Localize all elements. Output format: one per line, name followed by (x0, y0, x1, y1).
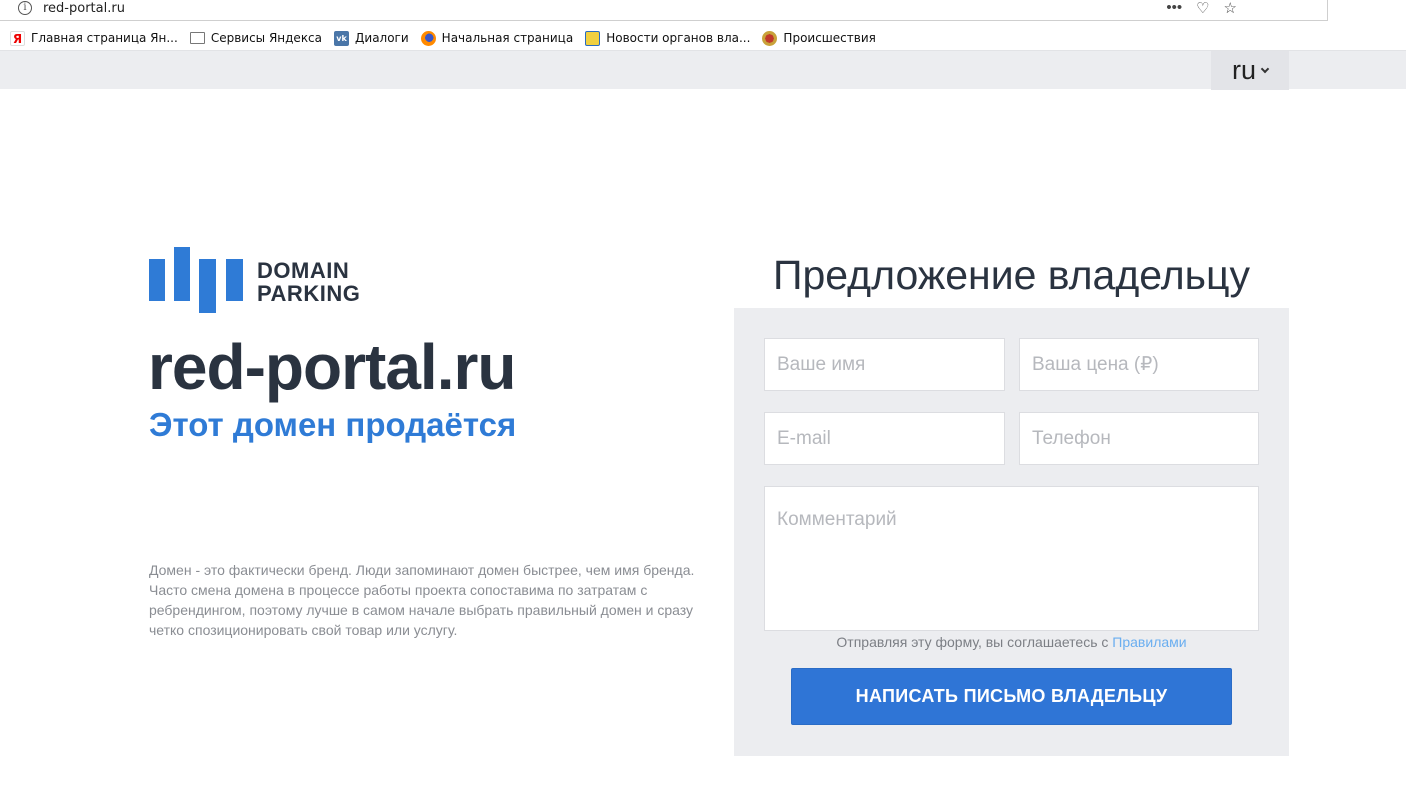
comment-placeholder: Комментарий (777, 509, 897, 530)
bookmark-star-icon[interactable]: ☆ (1224, 0, 1237, 17)
bookmark-label: Начальная страница (441, 31, 574, 45)
folder-icon (189, 32, 205, 44)
incident-icon (762, 30, 778, 46)
address-text[interactable]: red-portal.ru (43, 1, 125, 16)
bookmark-label: Диалоги (355, 31, 409, 45)
domain-title: red-portal.ru (148, 331, 516, 403)
address-field[interactable]: i red-portal.ru ••• ♡ ☆ (0, 0, 1328, 21)
comment-textarea[interactable]: Комментарий (764, 486, 1259, 631)
bookmark-start-page[interactable]: Начальная страница (420, 30, 574, 46)
email-input[interactable]: E-mail (764, 412, 1005, 465)
url-actions: ••• ♡ ☆ (1166, 0, 1237, 17)
language-label: ru (1231, 55, 1256, 85)
submit-button[interactable]: НАПИСАТЬ ПИСЬМО ВЛАДЕЛЬЦУ (791, 668, 1232, 725)
yandex-icon: Я (10, 30, 25, 46)
bookmark-yandex-services[interactable]: Сервисы Яндекса (189, 31, 323, 45)
bookmark-dialogs[interactable]: vk Диалоги (334, 30, 409, 46)
bookmark-label: Сервисы Яндекса (210, 31, 323, 45)
info-icon[interactable]: i (18, 1, 32, 15)
firefox-icon (420, 30, 436, 46)
bookmark-label: Новости органов вла... (606, 31, 751, 45)
vk-icon: vk (334, 30, 350, 46)
chevron-down-icon (1260, 64, 1270, 73)
news-icon (585, 30, 601, 46)
domain-parking-logo: DOMAIN PARKING (149, 247, 379, 317)
bookmark-incidents[interactable]: Происшествия (762, 30, 876, 46)
bookmark-label: Происшествия (783, 31, 876, 45)
price-placeholder: Ваша цена (₽) (1032, 354, 1159, 375)
logo-line-domain: DOMAIN (257, 258, 350, 283)
logo-bar-2 (174, 247, 190, 301)
terms-text: Отправляя эту форму, вы соглашаетесь с (836, 634, 1113, 650)
bookmark-yandex-home[interactable]: Я Главная страница Ян... (10, 30, 178, 46)
logo-bar-3 (199, 259, 216, 313)
logo-bar-4 (226, 259, 243, 301)
terms-link[interactable]: Правилами (1112, 634, 1186, 650)
phone-placeholder: Телефон (1032, 427, 1111, 449)
phone-input[interactable]: Телефон (1019, 412, 1259, 465)
bookmarks-bar: Я Главная страница Ян... Сервисы Яндекса… (0, 26, 1406, 50)
offer-title: Предложение владельцу (773, 252, 1250, 298)
bookmark-gov-news[interactable]: Новости органов вла... (585, 30, 751, 46)
email-placeholder: E-mail (777, 427, 831, 449)
for-sale-tagline: Этот домен продаётся (149, 406, 517, 443)
logo-text: DOMAIN PARKING (257, 259, 360, 305)
price-input[interactable]: Ваша цена (₽) (1019, 338, 1259, 391)
offer-form: Ваше имя Ваша цена (₽) E-mail Телефон Ко… (734, 308, 1289, 756)
site-topbar: ru (0, 50, 1406, 90)
name-placeholder: Ваше имя (777, 353, 866, 375)
logo-line-parking: PARKING (257, 281, 361, 306)
name-input[interactable]: Ваше имя (764, 338, 1005, 391)
more-icon[interactable]: ••• (1166, 0, 1182, 17)
language-selector[interactable]: ru (1211, 51, 1289, 90)
logo-bar-1 (149, 259, 165, 301)
bookmark-label: Главная страница Ян... (31, 31, 178, 45)
domain-description: Домен - это фактически бренд. Люди запом… (149, 562, 695, 638)
terms-notice: Отправляя эту форму, вы соглашаетесь с П… (734, 634, 1289, 650)
pocket-icon[interactable]: ♡ (1196, 0, 1209, 17)
browser-url-bar: i red-portal.ru ••• ♡ ☆ (0, 0, 1406, 25)
